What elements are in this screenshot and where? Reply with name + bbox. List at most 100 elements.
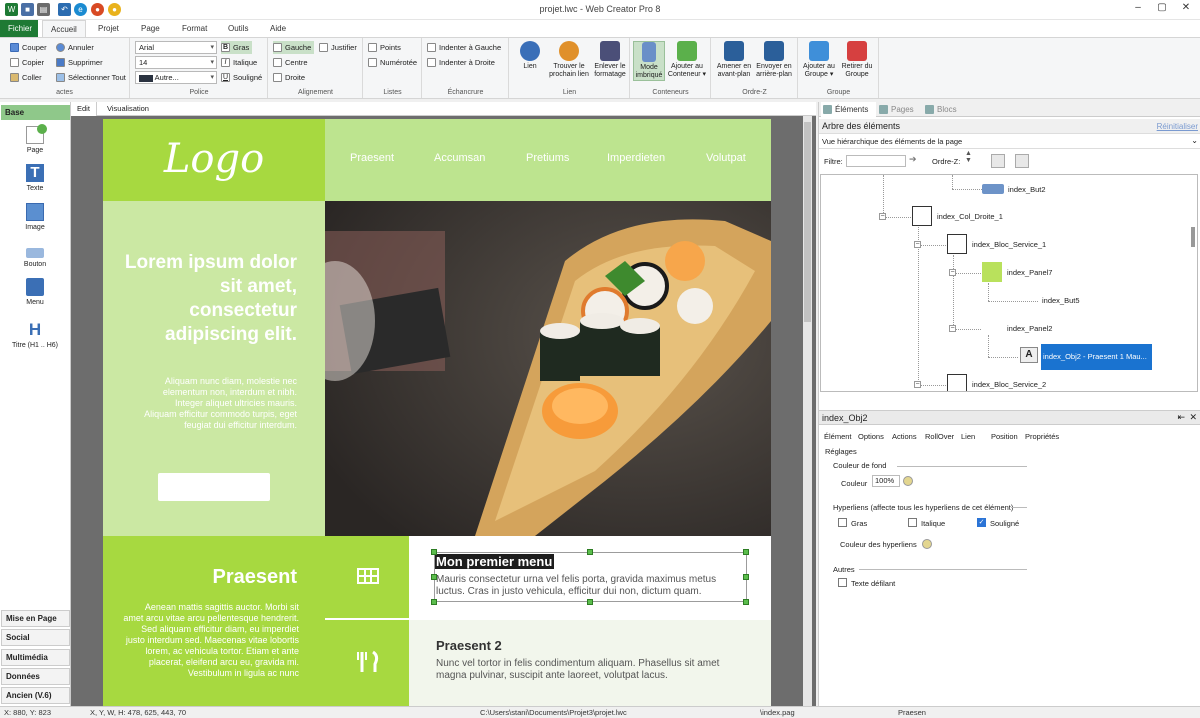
font-size-select[interactable]: 14 ▾ (135, 56, 217, 69)
color-picker-icon[interactable] (922, 539, 932, 549)
tab-projet[interactable]: Projet (90, 20, 127, 37)
font-select[interactable]: Arial ▾ (135, 41, 217, 54)
hero-panel[interactable]: Lorem ipsum dolor sit amet, consectetur … (103, 201, 325, 536)
collapse-icon[interactable]: − (914, 241, 921, 248)
praesent-panel[interactable]: Praesent Aenean mattis sagittis auctor. … (103, 536, 325, 706)
section-multimedia[interactable]: Multimédia (1, 649, 70, 666)
service-2-body[interactable]: Praesent 2 Nunc vel tortor in felis cond… (409, 620, 771, 706)
nav-item[interactable]: Accumsan (434, 152, 485, 164)
service-2-icon-box[interactable] (325, 620, 409, 706)
close-icon[interactable]: ✕ (1189, 412, 1197, 423)
tab-options[interactable]: Options (858, 432, 884, 441)
site-logo[interactable]: Logo (103, 119, 325, 201)
tree-node[interactable]: index_Panel2 (1007, 324, 1052, 333)
tree-scrollbar-thumb[interactable] (1191, 227, 1195, 247)
tab-position[interactable]: Position (991, 432, 1018, 441)
tab-accueil[interactable]: Accueil (42, 20, 86, 37)
tab-element[interactable]: Élément (824, 432, 852, 441)
tab-pages[interactable]: Pages (877, 102, 914, 117)
indent-right-button[interactable]: Indenter à Droite (427, 56, 495, 69)
tool-menu[interactable]: Menu (0, 278, 70, 306)
collapse-icon[interactable]: − (949, 269, 956, 276)
couleur-input[interactable]: 100% (872, 475, 900, 487)
close-icon[interactable]: ✕ (1176, 2, 1196, 13)
toggle-sort-button[interactable] (1015, 154, 1029, 168)
resize-handle[interactable] (587, 549, 593, 555)
tree-node[interactable]: index_But2 (1008, 185, 1046, 194)
toggle-view-button[interactable] (991, 154, 1005, 168)
collapse-icon[interactable]: − (949, 325, 956, 332)
justify-button[interactable]: Justifier (319, 41, 357, 54)
tab-edit[interactable]: Edit (71, 102, 97, 116)
hero-image[interactable] (325, 201, 771, 536)
nav-item[interactable]: Volutpat (706, 152, 746, 164)
tree-node[interactable]: index_But5 (1042, 296, 1080, 305)
hero-button[interactable] (158, 473, 270, 501)
tree-node-selected[interactable]: index_Obj2 - Praesent 1 Mau... (1041, 344, 1152, 370)
tree-node[interactable]: index_Panel7 (1007, 268, 1052, 277)
base-header[interactable]: Base (1, 105, 70, 120)
tree-node[interactable]: index_Col_Droite_1 (937, 212, 1003, 221)
selectionner-button[interactable]: Sélectionner Tout (56, 71, 126, 84)
view-select[interactable]: Vue hiérarchique des éléments de la page… (819, 135, 1200, 149)
tab-fichier[interactable]: Fichier (0, 20, 38, 37)
lien-button[interactable]: Lien (510, 41, 550, 71)
gras-checkbox[interactable] (838, 518, 847, 527)
scrollbar-thumb[interactable] (804, 122, 811, 322)
texte-defilant-checkbox[interactable] (838, 578, 847, 587)
resize-handle[interactable] (743, 599, 749, 605)
mode-imbrique-button[interactable]: Mode imbriqué (633, 41, 665, 81)
tool-image[interactable]: Image (0, 203, 70, 231)
tab-page[interactable]: Page (133, 20, 168, 37)
ajouter-groupe-button[interactable]: Ajouter au Groupe ▾ (799, 41, 839, 79)
tool-texte[interactable]: T Texte (0, 164, 70, 192)
nav-item[interactable]: Imperdieten (607, 152, 665, 164)
tab-lien[interactable]: Lien (961, 432, 975, 441)
tab-rollover[interactable]: RollOver (925, 432, 954, 441)
nav-item[interactable]: Pretiums (526, 152, 569, 164)
coller-button[interactable]: Coller (10, 71, 42, 84)
tab-elements[interactable]: Éléments (821, 102, 876, 117)
color-select[interactable]: Autre... ▾ (135, 71, 217, 84)
service-1-icon-box[interactable] (325, 536, 409, 618)
italique-checkbox[interactable] (908, 518, 917, 527)
resize-handle[interactable] (587, 599, 593, 605)
tool-titre[interactable]: H Titre (H1 .. H6) (0, 321, 70, 350)
tool-page[interactable]: Page (0, 124, 70, 154)
tab-actions[interactable]: Actions (892, 432, 917, 441)
indent-left-button[interactable]: Indenter à Gauche (427, 41, 501, 54)
tab-aide[interactable]: Aide (262, 20, 294, 37)
numerotee-button[interactable]: Numérotée (368, 56, 417, 69)
souligne-checkbox[interactable]: ✓ (977, 518, 986, 527)
tool-bouton[interactable]: Bouton (0, 243, 70, 268)
align-center-button[interactable]: Centre (273, 56, 308, 69)
supprimer-button[interactable]: Supprimer (56, 56, 103, 69)
align-left-button[interactable]: Gauche (273, 41, 315, 54)
canvas-scrollbar[interactable] (803, 116, 812, 706)
color-picker-icon[interactable] (903, 476, 913, 486)
resize-handle[interactable] (743, 549, 749, 555)
tab-format[interactable]: Format (174, 20, 215, 37)
tab-proprietes[interactable]: Propriétés (1025, 432, 1059, 441)
section-social[interactable]: Social (1, 629, 70, 646)
resize-handle[interactable] (431, 574, 437, 580)
section-mise-en-page[interactable]: Mise en Page (1, 610, 70, 627)
tab-visualisation[interactable]: Visualisation (101, 102, 155, 116)
arrow-right-icon[interactable]: ➔ (909, 154, 917, 165)
section-donnees[interactable]: Données (1, 668, 70, 685)
filter-input[interactable] (846, 155, 906, 167)
points-button[interactable]: Points (368, 41, 401, 54)
maximize-icon[interactable]: ▢ (1152, 2, 1172, 13)
retirer-groupe-button[interactable]: Retirer du Groupe (837, 41, 877, 79)
minimize-icon[interactable]: – (1128, 2, 1148, 13)
enlever-formatage-button[interactable]: Enlever le formatage (590, 41, 630, 79)
pin-icon[interactable]: ⇤ (1177, 412, 1185, 423)
couper-button[interactable]: Couper (10, 41, 47, 54)
tree-node[interactable]: index_Bloc_Service_1 (972, 240, 1046, 249)
collapse-icon[interactable]: − (914, 381, 921, 388)
section-ancien[interactable]: Ancien (V.6) (1, 687, 70, 704)
reset-link[interactable]: Réinitialiser (1157, 122, 1198, 131)
nav-item[interactable]: Praesent (350, 152, 394, 164)
tab-blocs[interactable]: Blocs (923, 102, 957, 117)
trouver-lien-button[interactable]: Trouver le prochain lien (547, 41, 591, 79)
